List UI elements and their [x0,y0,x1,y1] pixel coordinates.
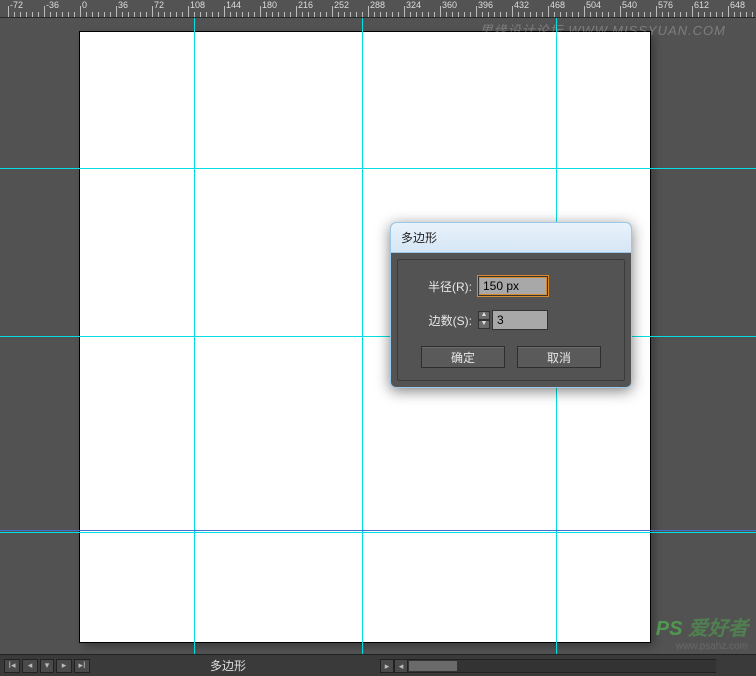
prev-page-icon[interactable]: ◂ [22,659,38,673]
radius-input[interactable] [478,276,548,296]
scroll-left2-icon[interactable]: ◂ [394,659,408,673]
scroll-track[interactable] [408,659,716,673]
radius-label: 半径(R): [412,278,472,295]
spinner-down-icon[interactable]: ▼ [478,320,490,329]
guide-horizontal[interactable] [0,168,756,169]
sides-input[interactable] [492,310,548,330]
artboard-pager: I◂ ◂ ▾ ▸ ▸I [0,659,90,673]
dialog-button-row: 确定 取消 [412,346,610,368]
first-page-icon[interactable]: I◂ [4,659,20,673]
next-page-icon[interactable]: ▸ [56,659,72,673]
page-dropdown-icon[interactable]: ▾ [40,659,54,673]
scroll-thumb[interactable] [408,660,458,672]
status-bar: I◂ ◂ ▾ ▸ ▸I 多边形 ▸ ◂ [0,654,756,676]
sides-field-row: 边数(S): ▲ ▼ [412,310,610,330]
last-page-icon[interactable]: ▸I [74,659,90,673]
spinner-up-icon[interactable]: ▲ [478,311,490,320]
polygon-dialog: 多边形 半径(R): 边数(S): ▲ ▼ 确定 取消 [390,222,632,388]
sides-label: 边数(S): [412,312,472,329]
artboard-tab-label[interactable]: 多边形 [210,657,246,674]
dialog-title: 多边形 [391,223,631,253]
dialog-body: 半径(R): 边数(S): ▲ ▼ 确定 取消 [397,259,625,381]
path-line[interactable] [0,530,756,531]
sides-spinner: ▲ ▼ [478,311,490,329]
radius-field-row: 半径(R): [412,276,610,296]
scroll-left-icon[interactable]: ▸ [380,659,394,673]
horizontal-ruler: -72-360367210814418021625228832436039643… [0,0,756,18]
cancel-button[interactable]: 取消 [517,346,601,368]
canvas-area[interactable] [0,18,756,654]
horizontal-scrollbar: ▸ ◂ [380,659,716,673]
ok-button[interactable]: 确定 [421,346,505,368]
guide-horizontal[interactable] [0,532,756,533]
guide-horizontal[interactable] [0,336,756,337]
